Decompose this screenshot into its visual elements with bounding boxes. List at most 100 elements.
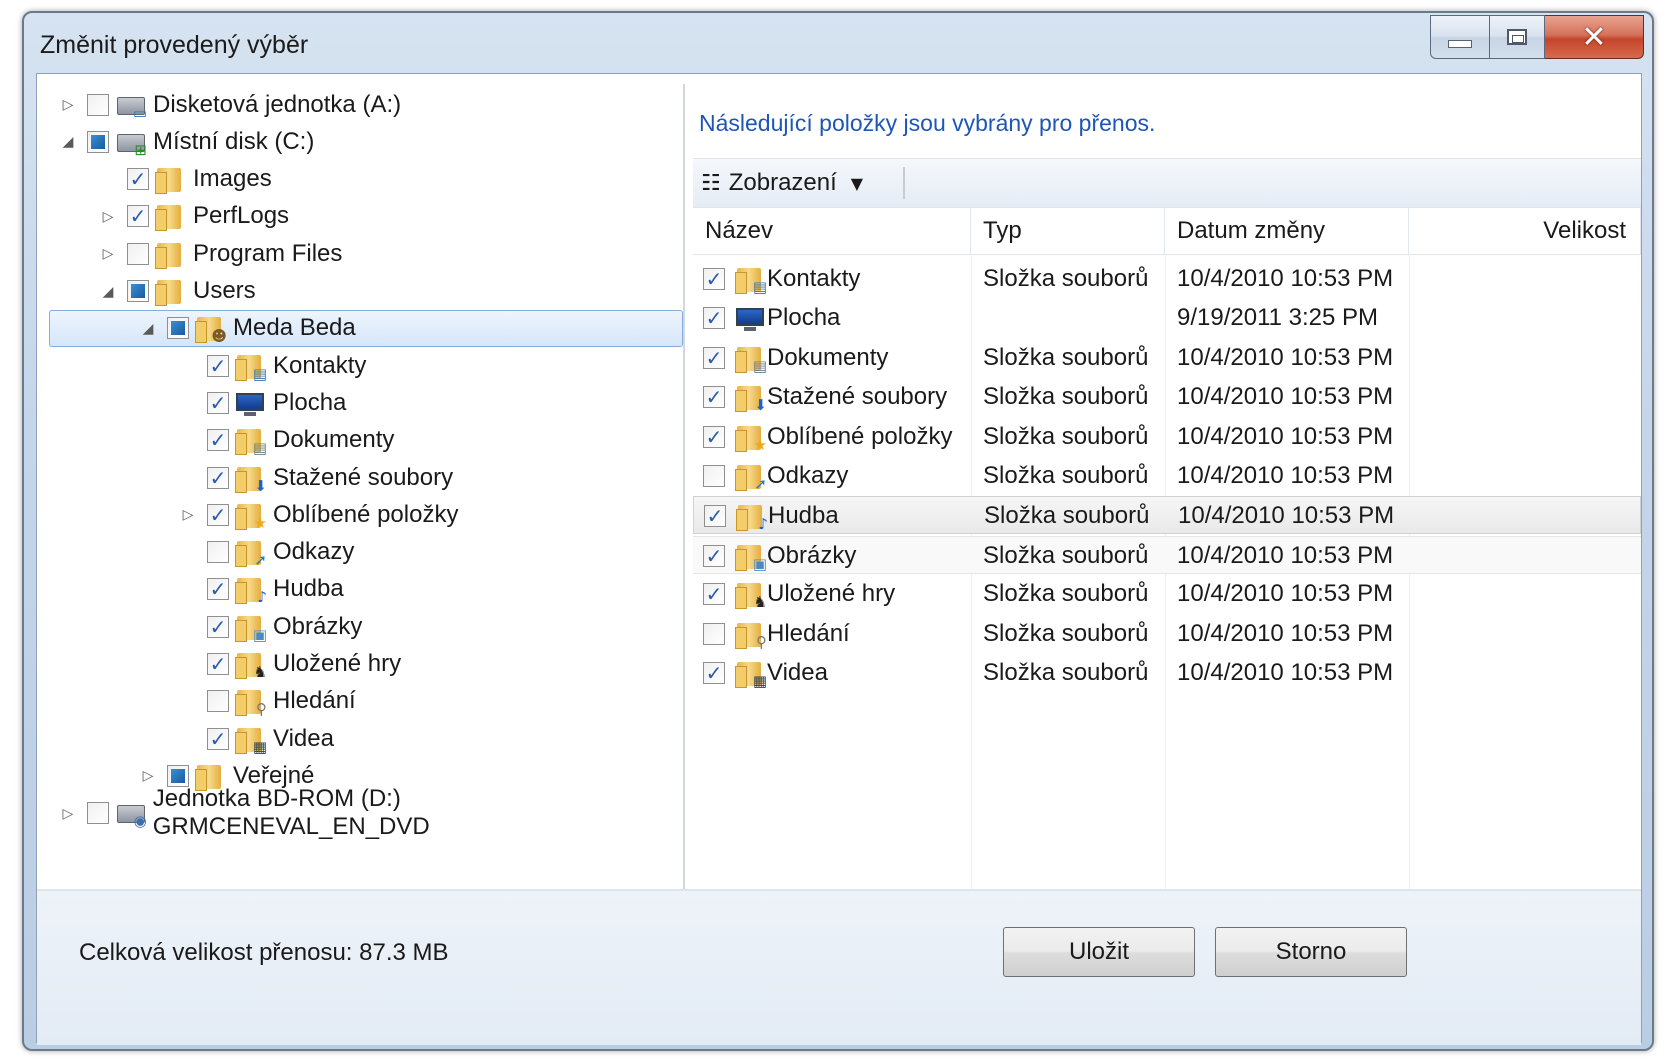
tree-item[interactable]: ▷ Program Files	[37, 235, 683, 272]
tree-item[interactable]: ▷⬇Stažené soubory	[37, 459, 683, 496]
tree-item[interactable]: ◢ ☻ Meda Beda	[37, 309, 683, 347]
table-row[interactable]: ⬇Stažené soubory Složka souborů 10/4/2010 …	[693, 378, 1641, 416]
expand-arrow-icon[interactable]: ▷	[99, 245, 117, 263]
tree-item[interactable]: ▷▣Obrázky	[37, 608, 683, 645]
checkbox[interactable]	[86, 802, 109, 825]
tree-item[interactable]: ▷▦Videa	[37, 720, 683, 757]
checkbox[interactable]	[703, 307, 725, 330]
item-name: Oblíbené položky	[767, 422, 953, 450]
tree-item[interactable]: ▷ ★Oblíbené položky	[37, 496, 683, 533]
cancel-button[interactable]: Storno	[1215, 927, 1407, 977]
documents-folder-icon: ▤	[235, 426, 267, 456]
checkbox[interactable]	[703, 425, 725, 448]
checkbox[interactable]	[704, 505, 726, 528]
tree-item[interactable]: ◢ ⊞ Místní disk (C:)	[37, 123, 683, 160]
checkbox[interactable]	[703, 268, 725, 290]
collapse-arrow-icon[interactable]: ◢	[139, 319, 157, 337]
collapse-arrow-icon[interactable]: ◢	[59, 133, 77, 151]
item-date: 10/4/2010 10:53 PM	[1177, 343, 1394, 371]
view-menu-button[interactable]: ☷ Zobrazení ▼	[701, 165, 863, 201]
toolbar-separator	[903, 167, 905, 199]
tree-item-label: Kontakty	[273, 351, 367, 379]
checkbox[interactable]	[703, 583, 725, 606]
tree-item[interactable]: ▷ ◉ Jednotka BD-ROM (D:) GRMCENEVAL_EN_DVD	[37, 785, 683, 840]
downloads-folder-icon: ⬇	[235, 464, 267, 493]
checkbox[interactable]	[703, 346, 725, 369]
table-row[interactable]: ⚲ Hledání Složka souborů 10/4/2010 10:53 PM	[693, 615, 1641, 653]
desktop-folder-icon	[235, 389, 265, 417]
table-row[interactable]: ➚ Odkazy Složka souborů 10/4/2010 10:53 PM	[693, 457, 1641, 495]
item-name: Kontakty	[767, 265, 861, 292]
table-row[interactable]: ♞Uložené hry Složka souborů 10/4/2010 10:5…	[693, 575, 1641, 613]
tree-item[interactable]: ▷ ▭ Disketová jednotka (A:)	[37, 86, 683, 123]
expand-arrow-icon[interactable]: ▷	[59, 804, 77, 822]
checkbox[interactable]	[207, 727, 229, 750]
checkbox[interactable]	[167, 764, 189, 787]
checkbox[interactable]	[207, 391, 229, 414]
checkbox[interactable]	[207, 354, 229, 377]
checkbox[interactable]	[207, 466, 229, 489]
checkbox[interactable]	[207, 615, 229, 638]
expand-arrow-icon[interactable]: ▷	[139, 767, 157, 785]
column-header-date[interactable]: Datum změny	[1165, 208, 1409, 254]
tree-item-label: Users	[193, 277, 256, 304]
close-button[interactable]: ✕	[1545, 15, 1644, 59]
collapse-arrow-icon[interactable]: ◢	[99, 282, 117, 300]
checkbox[interactable]	[127, 242, 149, 265]
item-name: Hudba	[768, 502, 839, 530]
maximize-button[interactable]	[1490, 15, 1545, 59]
column-header-name[interactable]: Název	[693, 208, 971, 254]
save-button[interactable]: Uložit	[1003, 927, 1195, 977]
tree-item[interactable]: ▷♞Uložené hry	[37, 646, 683, 683]
tree-item-label: Disketová jednotka (A:)	[153, 90, 402, 118]
checkbox[interactable]	[703, 662, 725, 684]
checkbox[interactable]	[87, 93, 109, 116]
tree-item[interactable]: ▷⚲Hledání	[37, 683, 683, 720]
checkbox[interactable]	[127, 205, 149, 228]
tree-item[interactable]: ▷ PerfLogs	[37, 198, 683, 235]
minimize-icon	[1448, 40, 1472, 48]
checkbox[interactable]	[207, 503, 229, 526]
checkbox[interactable]	[207, 429, 229, 452]
checkbox[interactable]	[703, 386, 725, 409]
table-row[interactable]: ▦Videa Složka souborů 10/4/2010 10:53 PM	[693, 654, 1641, 692]
table-row[interactable]: ▤Dokumenty Složka souborů 10/4/2010 10:53 …	[693, 339, 1641, 377]
table-row[interactable]: ♪Hudba Složka souborů 10/4/2010 10:53 PM	[693, 496, 1641, 535]
minimize-button[interactable]	[1430, 15, 1490, 59]
checkbox[interactable]	[127, 168, 149, 191]
tree-item[interactable]: ▷▤Dokumenty	[37, 422, 683, 459]
checkbox[interactable]	[207, 578, 229, 601]
tree-item[interactable]: ▷▤Kontakty	[37, 347, 683, 384]
checkbox[interactable]	[207, 653, 229, 675]
checkbox[interactable]	[207, 541, 229, 564]
expand-arrow-icon[interactable]: ▷	[179, 506, 197, 524]
title-bar[interactable]: Změnit provedený výběr ✕	[24, 13, 1652, 77]
caption-buttons: ✕	[1430, 15, 1644, 59]
item-name: Videa	[767, 659, 828, 686]
checkbox[interactable]	[703, 622, 725, 645]
checkbox[interactable]	[703, 465, 725, 487]
expand-arrow-icon[interactable]: ▷	[99, 207, 117, 225]
checkbox[interactable]	[127, 280, 149, 302]
item-date: 10/4/2010 10:53 PM	[1177, 462, 1394, 489]
column-header-type[interactable]: Typ	[971, 208, 1165, 254]
column-header-size[interactable]: Velikost	[1409, 208, 1641, 254]
tree-item[interactable]: ◢ Users	[37, 273, 683, 310]
tree-item[interactable]: ▷Plocha	[37, 384, 683, 421]
pane-splitter[interactable]	[683, 84, 685, 894]
folder-tree[interactable]: ▷ ▭ Disketová jednotka (A:) ◢ ⊞ Místní disk (…	[37, 74, 683, 889]
item-date: 10/4/2010 10:53 PM	[1177, 541, 1394, 569]
table-row[interactable]: ★Oblíbené položky Složka souborů 10/4/2010…	[693, 418, 1641, 456]
checkbox[interactable]	[87, 130, 109, 153]
checkbox[interactable]	[703, 544, 725, 567]
tree-item[interactable]: ▷♪Hudba	[37, 571, 683, 608]
tree-item[interactable]: ▷Images	[37, 161, 683, 198]
table-row[interactable]: ▤Kontakty Složka souborů 10/4/2010 10:53 P…	[693, 260, 1641, 298]
item-type: Složka souborů	[983, 541, 1149, 569]
tree-item[interactable]: ▷➚Odkazy	[37, 534, 683, 571]
expand-arrow-icon[interactable]: ▷	[59, 96, 77, 114]
table-row[interactable]: ▣Obrázky Složka souborů 10/4/2010 10:53 PM	[693, 535, 1641, 574]
table-row[interactable]: Plocha 9/19/2011 3:25 PM	[693, 299, 1641, 337]
checkbox[interactable]	[167, 317, 189, 340]
checkbox[interactable]	[207, 690, 229, 713]
